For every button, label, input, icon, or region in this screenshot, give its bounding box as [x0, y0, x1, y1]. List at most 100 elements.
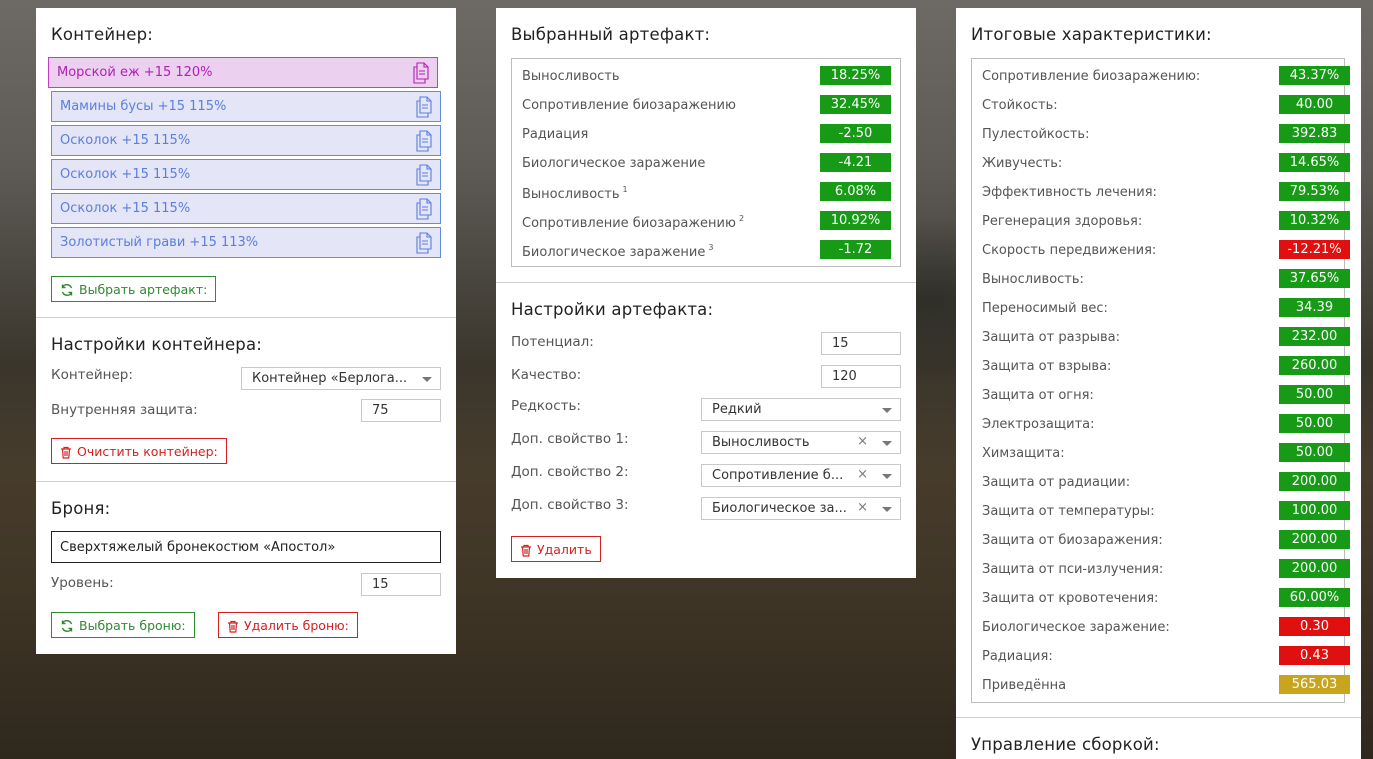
artifact-slot-label: Золотистый грави +15 113% — [60, 235, 259, 250]
stat-row: Защита от взрыва: 260.00 — [972, 352, 1350, 381]
stat-value: -2.50 — [820, 124, 891, 143]
stat-name-text: Биологическое заражение — [522, 245, 706, 260]
delete-armor-button[interactable]: Удалить броню: — [218, 612, 358, 638]
armor-level-input[interactable]: 15 — [361, 573, 441, 596]
stat-name: Приведённа — [982, 678, 1066, 693]
stat-value: 40.00 — [1279, 95, 1350, 114]
selected-artifact-title: Выбранный артефакт: — [511, 25, 711, 44]
stat-name-text: Биологическое заражение — [522, 156, 706, 171]
copy-icon[interactable] — [415, 198, 433, 220]
stat-name: Выносливость 1 — [522, 185, 628, 202]
prop2-select[interactable]: Сопротивление б... × — [701, 464, 901, 487]
stat-name: Регенерация здоровья: — [982, 214, 1142, 229]
copy-icon[interactable] — [415, 130, 433, 152]
stat-superscript: 2 — [738, 214, 745, 223]
stat-name-text: Защита от кровотечения: — [982, 591, 1159, 606]
trash-icon — [228, 620, 238, 633]
copy-icon[interactable] — [415, 164, 433, 186]
artifact-slot[interactable]: Морской еж +15 120% — [48, 57, 438, 88]
stat-name: Биологическое заражение 3 — [522, 243, 713, 260]
stat-name: Защита от пси-излучения: — [982, 562, 1163, 577]
stat-name-text: Выносливость: — [982, 272, 1084, 287]
clear-icon[interactable]: × — [857, 467, 868, 482]
delete-artifact-button[interactable]: Удалить — [511, 536, 601, 562]
stat-row: Живучесть: 14.65% — [972, 149, 1350, 178]
armor-name-field[interactable]: Сверхтяжелый бронекостюм «Апостол» — [51, 531, 441, 563]
stat-row: Сопротивление биозаражению 2 10.92% — [512, 207, 900, 236]
prop3-value: Биологическое за... — [712, 501, 847, 516]
stat-value: 18.25% — [820, 66, 891, 85]
clear-icon[interactable]: × — [857, 500, 868, 515]
divider — [956, 717, 1361, 718]
rarity-select[interactable]: Редкий — [701, 398, 901, 421]
artifact-slot[interactable]: Золотистый грави +15 113% — [51, 227, 441, 258]
stat-name: Выносливость — [522, 69, 620, 84]
stat-row: Радиация: 0.43 — [972, 642, 1350, 671]
choose-armor-button[interactable]: Выбрать броню: — [51, 612, 195, 638]
potential-input[interactable]: 15 — [821, 332, 901, 355]
container-type-select[interactable]: Контейнер «Берлога... — [241, 367, 441, 390]
clear-container-button[interactable]: Очистить контейнер: — [51, 438, 227, 464]
stat-name: Защита от радиации: — [982, 475, 1130, 490]
stat-value: 100.00 — [1279, 501, 1350, 520]
stat-name-text: Выносливость — [522, 69, 620, 84]
stat-name-text: Электрозащита: — [982, 417, 1095, 432]
divider — [496, 282, 916, 283]
prop3-select[interactable]: Биологическое за... × — [701, 497, 901, 520]
stat-value: 10.92% — [820, 211, 891, 230]
stat-row: Эффективность лечения: 79.53% — [972, 178, 1350, 207]
stat-row: Защита от разрыва: 232.00 — [972, 323, 1350, 352]
stat-name-text: Приведённа — [982, 678, 1067, 693]
stat-name: Эффективность лечения: — [982, 185, 1157, 200]
prop1-select[interactable]: Выносливость × — [701, 431, 901, 454]
divider — [36, 317, 456, 318]
artifact-slot-label: Осколок +15 115% — [60, 201, 191, 216]
stat-row: Электрозащита: 50.00 — [972, 410, 1350, 439]
stat-name-text: Сопротивление биозаражению — [522, 216, 736, 231]
stat-value: 10.32% — [1279, 211, 1350, 230]
stat-value: 200.00 — [1279, 559, 1350, 578]
stat-row: Скорость передвижения: -12.21% — [972, 236, 1350, 265]
stat-value: 6.08% — [820, 182, 891, 201]
copy-icon[interactable] — [412, 62, 430, 84]
delete-artifact-label: Удалить — [537, 542, 592, 557]
build-management-title: Управление сборкой: — [971, 735, 1160, 754]
artifact-slot[interactable]: Осколок +15 115% — [51, 193, 441, 224]
stat-name: Живучесть: — [982, 156, 1062, 171]
prop3-label: Доп. свойство 3: — [511, 497, 629, 513]
quality-input[interactable]: 120 — [821, 365, 901, 388]
clear-icon[interactable]: × — [857, 434, 868, 449]
chevron-down-icon — [422, 377, 432, 382]
stat-row: Защита от огня: 50.00 — [972, 381, 1350, 410]
stat-value: 565.03 — [1279, 675, 1350, 694]
stat-name: Сопротивление биозаражению — [522, 98, 736, 113]
stat-name: Электрозащита: — [982, 417, 1095, 432]
inner-protection-label: Внутренняя защита: — [51, 402, 198, 418]
stat-row: Защита от радиации: 200.00 — [972, 468, 1350, 497]
stat-value: -1.72 — [820, 240, 891, 259]
stat-name: Радиация — [522, 127, 588, 142]
stat-value: 200.00 — [1279, 472, 1350, 491]
copy-icon[interactable] — [415, 232, 433, 254]
trash-icon — [61, 446, 71, 459]
container-settings-title: Настройки контейнера: — [51, 335, 263, 354]
stat-name: Защита от огня: — [982, 388, 1094, 403]
copy-icon[interactable] — [415, 96, 433, 118]
stat-row: Стойкость: 40.00 — [972, 91, 1350, 120]
stat-name: Переносимый вес: — [982, 301, 1108, 316]
prop1-label: Доп. свойство 1: — [511, 431, 629, 447]
choose-artifact-button[interactable]: Выбрать артефакт: — [51, 276, 217, 302]
inner-protection-input[interactable]: 75 — [361, 399, 441, 422]
artifact-slot[interactable]: Мамины бусы +15 115% — [51, 91, 441, 122]
stat-row: Радиация -2.50 — [512, 120, 900, 149]
prop1-value: Выносливость — [712, 435, 810, 450]
stat-name: Радиация: — [982, 649, 1053, 664]
container-title: Контейнер: — [51, 25, 154, 44]
artifact-slot[interactable]: Осколок +15 115% — [51, 125, 441, 156]
stat-name: Сопротивление биозаражению 2 — [522, 214, 744, 231]
stat-row: Защита от температуры: 100.00 — [972, 497, 1350, 526]
stat-value: 14.65% — [1279, 153, 1350, 172]
stat-value: 50.00 — [1279, 443, 1350, 462]
stat-superscript: 3 — [708, 243, 714, 252]
artifact-slot[interactable]: Осколок +15 115% — [51, 159, 441, 190]
